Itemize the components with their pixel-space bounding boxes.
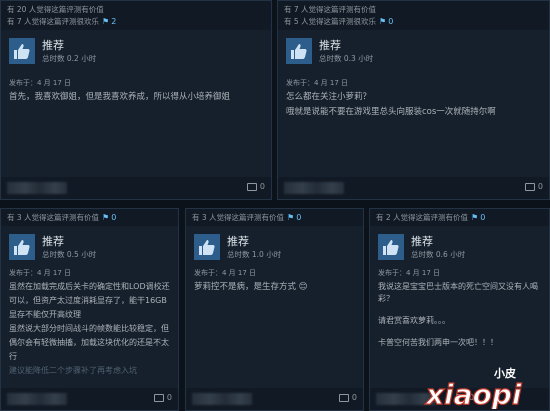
playtime-hours: 总时数 0.3 小时 (319, 53, 374, 63)
comment-icon (153, 393, 164, 402)
award-count: 0 (296, 213, 302, 222)
votes-helpful: 有 7 人觉得这篇评测有价值 (284, 5, 377, 14)
author-avatar[interactable] (284, 182, 344, 194)
review-footer: 0 (278, 177, 549, 199)
thumbs-up-icon (194, 234, 220, 260)
playtime-hours: 总时数 1.0 小时 (227, 249, 282, 259)
posted-date: 发布于：4 月 17 日 (9, 269, 72, 277)
award-icon[interactable]: ⚑ (102, 17, 109, 26)
recommendation-label: 推荐 (411, 234, 433, 248)
review-line: 首先，我喜欢御姐，但是我喜欢养成，所以得从小培养御姐 (9, 92, 231, 102)
comments-button[interactable]: 0 (338, 393, 357, 402)
review-footer: 0 (186, 388, 363, 410)
votes-helpful: 有 2 人觉得这篇评测有价值 (376, 213, 469, 222)
award-count: 2 (111, 17, 117, 26)
votes-funny: 有 5 人觉得这篇评测很欢乐 (284, 17, 377, 26)
playtime-hours: 总时数 0.5 小时 (42, 249, 97, 259)
review-votes: 有 3 人觉得这篇评测有价值 ⚑ 0 (1, 209, 178, 226)
award-icon[interactable]: ⚑ (379, 17, 386, 26)
posted-date: 发布于：4 月 17 日 (286, 79, 349, 87)
review-line (370, 306, 549, 314)
review-line: 行 (9, 352, 17, 361)
review-line: 怎么都在关注小萝莉？ (286, 92, 372, 102)
review-line: 显存不能仅开高纹理 (9, 310, 81, 319)
comments-button[interactable]: 0 (246, 182, 265, 191)
votes-helpful: 有 20 人觉得这篇评测有价值 (7, 5, 104, 14)
comment-icon (338, 393, 349, 402)
author-avatar[interactable] (7, 393, 67, 405)
recommendation-label: 推荐 (319, 38, 341, 52)
review-line: 虽然说大部分时间战斗的帧数能比较稳定，但 (9, 324, 169, 333)
review-card-3: 有 3 人觉得这篇评测有价值 ⚑ 0 推荐 总时数 0.5 小时 发布于：4 月 1… (0, 208, 179, 411)
review-line: 请君赏喜欢萝莉。。。 (378, 316, 450, 325)
review-votes: 有 20 人觉得这篇评测有价值 有 7 人觉得这篇评测很欢乐 ⚑ 2 (1, 1, 271, 30)
recommendation-header: 推荐 总时数 1.0 小时 (186, 226, 363, 264)
author-avatar[interactable] (7, 182, 67, 194)
review-line: 虽然在加载完成后关卡的确定性和LOD调校还 (9, 282, 170, 291)
review-card-2: 有 7 人觉得这篇评测有价值 有 5 人觉得这篇评测很欢乐 ⚑ 0 推荐 总时数 0… (277, 0, 550, 200)
review-votes: 有 3 人觉得这篇评测有价值 ⚑ 0 (186, 209, 363, 226)
recommendation-header: 推荐 总时数 0.5 小时 (1, 226, 178, 264)
votes-helpful: 有 3 人觉得这篇评测有价值 (192, 213, 285, 222)
review-line: 我说这是宝宝巴士版本的死亡空间又没有人喝彩？ (378, 282, 538, 303)
posted-date: 发布于：4 月 17 日 (9, 79, 72, 87)
review-card-1: 有 20 人觉得这篇评测有价值 有 7 人觉得这篇评测很欢乐 ⚑ 2 推荐 总时数 … (0, 0, 272, 200)
thumbs-up-icon (286, 38, 312, 64)
comment-icon (246, 182, 257, 191)
review-line: 哦就是说能不要在游戏里总头向服装cos一次就随持尔啊 (286, 107, 496, 117)
thumbs-up-icon (9, 234, 35, 260)
review-line: 偶尔会有轻微抽搐，加载这块优化的还是不太 (9, 338, 169, 347)
thumbs-up-icon (378, 234, 404, 260)
posted-date: 发布于：4 月 17 日 (194, 269, 257, 277)
review-card-4: 有 3 人觉得这篇评测有价值 ⚑ 0 推荐 总时数 1.0 小时 发布于：4 月 1… (185, 208, 364, 411)
award-count: 0 (388, 17, 394, 26)
recommendation-label: 推荐 (42, 234, 64, 248)
comment-count: 0 (166, 393, 172, 402)
award-count: 0 (480, 213, 486, 222)
thumbs-up-icon (9, 38, 35, 64)
award-count: 0 (111, 213, 117, 222)
recommendation-header: 推荐 总时数 0.6 小时 (370, 226, 549, 264)
recommendation-header: 推荐 总时数 0.2 小时 (1, 30, 271, 68)
review-line: 可以，但资产太过度消耗显存了，能干16GB (9, 296, 167, 305)
award-icon[interactable]: ⚑ (471, 213, 478, 222)
votes-helpful: 有 3 人觉得这篇评测有价值 (7, 213, 100, 222)
playtime-hours: 总时数 0.2 小时 (42, 53, 97, 63)
review-line: 卡普空何苦我们两申一次吧！！！ (378, 338, 498, 347)
playtime-hours: 总时数 0.6 小时 (411, 249, 466, 259)
recommendation-label: 推荐 (42, 38, 64, 52)
review-footer: 0 (1, 177, 271, 199)
xiaopi-watermark-logo: 小皮 xiaopi (423, 366, 522, 409)
posted-date: 发布于：4 月 17 日 (378, 269, 441, 277)
author-avatar[interactable] (192, 393, 252, 405)
review-footer: 0 (1, 388, 178, 410)
review-line-faded: 建议能降低二个步骤补了再考虑入坑 (9, 366, 137, 375)
comment-count: 0 (351, 393, 357, 402)
comments-button[interactable]: 0 (524, 182, 543, 191)
award-icon[interactable]: ⚑ (287, 213, 294, 222)
comments-button[interactable]: 0 (153, 393, 172, 402)
comment-icon (524, 182, 535, 191)
review-votes: 有 7 人觉得这篇评测有价值 有 5 人觉得这篇评测很欢乐 ⚑ 0 (278, 1, 549, 30)
review-line: 萝莉控不是病，是生存方式 😊 (194, 282, 308, 292)
recommendation-header: 推荐 总时数 0.3 小时 (278, 30, 549, 68)
award-icon[interactable]: ⚑ (102, 213, 109, 222)
recommendation-label: 推荐 (227, 234, 249, 248)
comment-count: 0 (259, 182, 265, 191)
svg-text:xiaopi: xiaopi (424, 378, 522, 409)
comment-count: 0 (537, 182, 543, 191)
review-line (370, 328, 549, 336)
votes-funny: 有 7 人觉得这篇评测很欢乐 (7, 17, 100, 26)
review-votes: 有 2 人觉得这篇评测有价值 ⚑ 0 (370, 209, 549, 226)
